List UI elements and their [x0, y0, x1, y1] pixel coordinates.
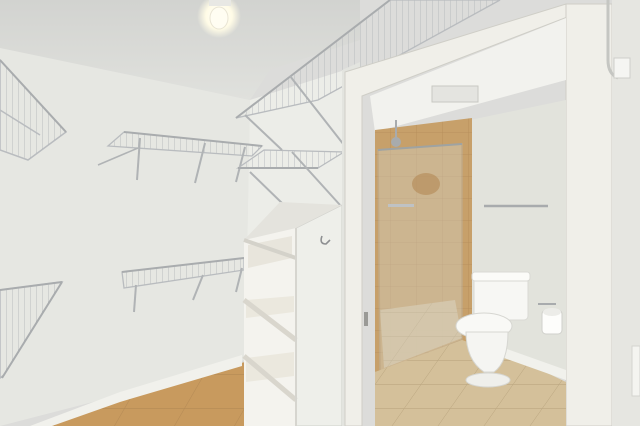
walk-in-closet-photo — [0, 0, 640, 426]
bookcase — [242, 202, 343, 426]
photo-canvas — [0, 0, 640, 426]
ceiling-light-fixture — [209, 0, 231, 6]
light-switch — [631, 345, 640, 397]
ceiling-light-bulb — [209, 6, 229, 30]
bathroom-vent — [431, 85, 479, 103]
door-hinge — [364, 312, 368, 326]
